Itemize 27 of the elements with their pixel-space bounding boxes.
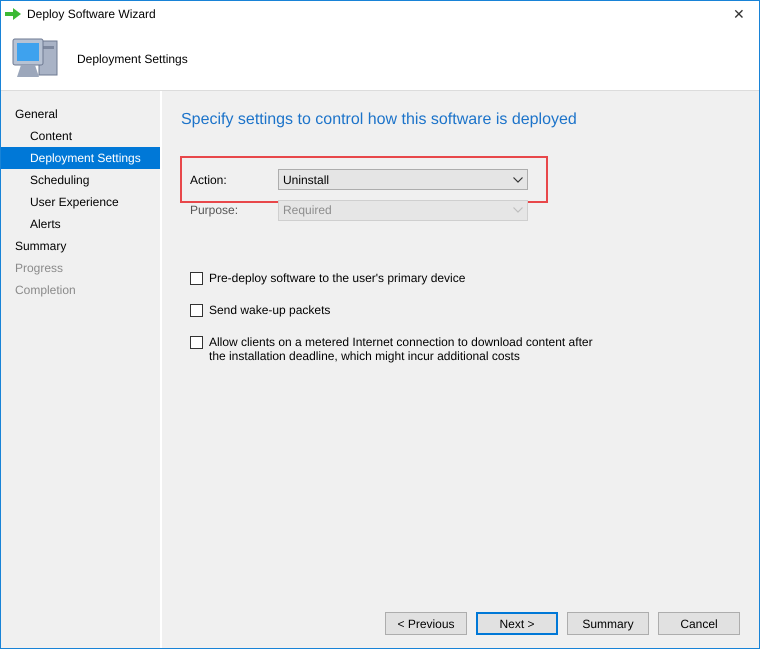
- sidebar-item[interactable]: Alerts: [1, 213, 160, 235]
- wizard-button[interactable]: Next >: [476, 612, 558, 635]
- checkbox[interactable]: [190, 304, 203, 317]
- chevron-down-icon: [513, 207, 523, 213]
- dropdown[interactable]: Uninstall: [278, 169, 528, 190]
- checkbox[interactable]: [190, 336, 203, 349]
- checkbox-label: Pre-deploy software to the user's primary device: [209, 271, 466, 285]
- sidebar-item[interactable]: Deployment Settings: [1, 147, 160, 169]
- sidebar-item[interactable]: Summary: [1, 235, 160, 257]
- field-label: Action:: [190, 172, 228, 188]
- window-title: Deploy Software Wizard: [27, 6, 156, 23]
- checkbox-label: Allow clients on a metered Internet connection to download content after the installation deadline, which might incur additional costs: [209, 335, 594, 363]
- chevron-down-icon: [513, 176, 523, 182]
- arrow-icon: [5, 8, 21, 20]
- wizard-button[interactable]: Summary: [567, 612, 649, 635]
- close-button[interactable]: ✕: [727, 4, 751, 24]
- checkbox[interactable]: [190, 272, 203, 285]
- sidebar-item[interactable]: General: [1, 103, 160, 125]
- sidebar-item[interactable]: Scheduling: [1, 169, 160, 191]
- sidebar-item[interactable]: Content: [1, 125, 160, 147]
- checkbox-label: Send wake-up packets: [209, 303, 332, 317]
- wizard-button[interactable]: Cancel: [658, 612, 740, 635]
- field-label: Purpose:: [190, 202, 240, 219]
- page-header-title: Deployment Settings: [77, 50, 188, 68]
- sidebar-item[interactable]: User Experience: [1, 191, 160, 213]
- wizard-button[interactable]: < Previous: [385, 612, 467, 635]
- page-heading: Specify settings to control how this software is deployed: [181, 110, 578, 130]
